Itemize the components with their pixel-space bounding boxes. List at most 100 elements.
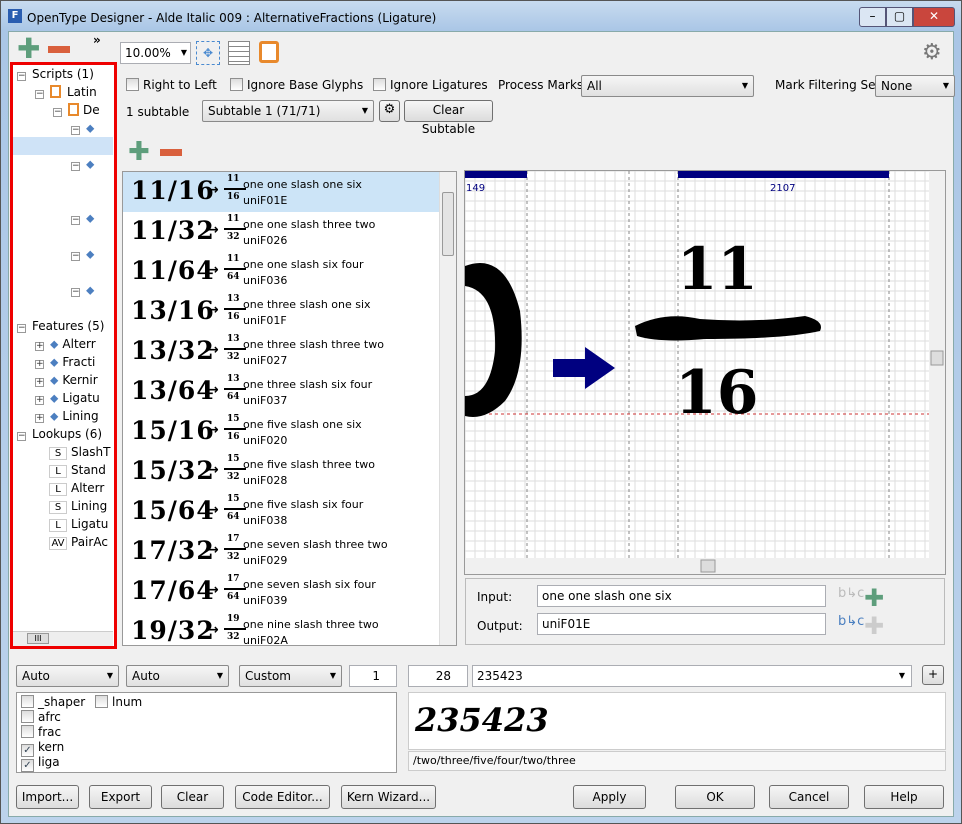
expand-button[interactable]: » [93,33,101,47]
rule-list-scrollbar[interactable] [439,172,456,645]
font-size-input[interactable]: 28 [408,665,468,687]
script-select[interactable]: Auto [16,665,119,687]
rule-input: one one slash three two [243,218,376,231]
add-rule-icon[interactable]: ✚ [128,139,150,165]
denominator-glyph: 16 [675,358,759,428]
glyph-picker-icon[interactable]: b↳c [838,614,864,629]
feature-checkbox-_shaper[interactable]: _shaper [21,695,85,709]
tree-node-feature-ref[interactable]: − ⬥ [71,157,94,172]
help-button[interactable]: Help [864,785,944,809]
preview-text-input[interactable]: 235423 ▼ [472,665,912,687]
rule-row[interactable]: 15/16 → 15 16 one five slash one six uniF020 [123,412,441,452]
tree-node-lookup[interactable]: S SlashT [49,445,111,460]
lookup-type-icon: L [49,465,67,478]
tree-node-lookup[interactable]: S Lining [49,499,107,514]
ignore-base-glyphs-checkbox[interactable]: Ignore Base Glyphs [230,78,363,92]
tree-node-feature[interactable]: + ⬥ Fracti [35,355,95,370]
add-icon[interactable]: ✚ [17,35,40,63]
rule-row[interactable]: 15/32 → 15 32 one five slash three two uniF02… [123,452,441,492]
arrow-icon: → [207,342,219,358]
kern-wizard-button[interactable]: Kern Wizard... [341,785,436,809]
feature-checkbox-liga[interactable]: ✓ liga [21,755,60,772]
tree-node-lookup[interactable]: AV PairAc [49,535,108,550]
rule-row[interactable]: 13/64 → 13 64 one three slash six four uniF03… [123,372,441,412]
zoom-select[interactable]: 10.00% ▼ [120,42,191,64]
tree-node-lookup[interactable]: L Alterr [49,481,104,496]
cancel-button[interactable]: Cancel [769,785,849,809]
rule-row[interactable]: 11/32 → 11 32 one one slash three two uniF026 [123,212,441,252]
feature-checkbox-frac[interactable]: frac [21,725,61,739]
import-button[interactable]: Import... [16,785,79,809]
export-button[interactable]: Export [89,785,152,809]
rule-glyphs: 17/64 [131,576,215,605]
remove-rule-icon[interactable] [160,149,182,156]
language-select[interactable]: Auto [126,665,229,687]
mode-select[interactable]: Custom [239,665,342,687]
tree-node-default[interactable]: − De [53,103,100,117]
tree-node-lookup[interactable]: L Ligatu [49,517,108,532]
tree-node-lookups[interactable]: − Lookups (6) [17,427,102,441]
tree-node-features[interactable]: − Features (5) [17,319,104,333]
tree-node-scripts[interactable]: − Scripts (1) [17,67,94,81]
glyph-picker-icon[interactable]: b↳c [838,586,864,601]
clear-subtable-button[interactable]: Clear Subtable [404,100,493,136]
glyph-canvas[interactable]: 149 2107 11 16 [464,170,946,575]
spin-input[interactable]: 1 [349,665,397,687]
settings-gear-icon[interactable]: ⚙ [922,40,942,65]
tree-node-feature-ref[interactable]: − ⬥ [71,247,94,262]
ignore-ligatures-checkbox[interactable]: Ignore Ligatures [373,78,488,92]
clear-button[interactable]: Clear [161,785,224,809]
zoom-value: 10.00% [125,46,171,60]
code-editor-button[interactable]: Code Editor... [235,785,330,809]
grid-view-icon[interactable] [228,41,250,65]
add-output-icon[interactable]: ✚ [864,614,884,638]
tree-node-latin[interactable]: − Latin [35,85,97,99]
language-icon [68,103,79,116]
feature-checkbox-lnum[interactable]: lnum [95,695,142,709]
tree-node-feature[interactable]: + ⬥ Lining [35,409,99,424]
arrow-icon: → [207,262,219,278]
subtable-settings-icon[interactable]: ⚙ [379,100,400,122]
tree-node-feature-ref[interactable]: − ⬥ [71,121,94,136]
right-to-left-checkbox[interactable]: Right to Left [126,78,217,92]
feature-icon: ⬥ [86,157,95,171]
tree-node-feature-ref[interactable]: − ⬥ [71,283,94,298]
tree-node-feature[interactable]: + ⬥ Alterr [35,337,96,352]
apply-button[interactable]: Apply [573,785,646,809]
fit-view-icon[interactable]: ✥ [196,41,220,65]
tree-horizontal-scrollbar[interactable]: III [13,631,113,646]
mark-filtering-select[interactable]: None [875,75,955,97]
rule-input: one three slash one six [243,298,371,311]
add-input-icon[interactable]: ✚ [864,586,884,610]
maximize-button[interactable]: ▢ [886,7,913,27]
output-field[interactable]: uniF01E [537,613,826,635]
add-preview-button[interactable]: + [922,665,944,685]
tree-node-selected[interactable] [13,137,113,155]
arrow-icon: → [207,542,219,558]
rule-row[interactable]: 15/64 → 15 64 one five slash six four uniF038 [123,492,441,532]
input-field[interactable]: one one slash one six [537,585,826,607]
rule-row[interactable]: 11/64 → 11 64 one one slash six four uniF036 [123,252,441,292]
rule-row[interactable]: 19/32 → 19 32 one nine slash three two uniF02… [123,612,441,645]
tree-node-lookup[interactable]: L Stand [49,463,106,478]
tree-node-feature[interactable]: + ⬥ Ligatu [35,391,100,406]
rule-glyphs: 17/32 [131,536,215,565]
feature-checkbox-afrc[interactable]: afrc [21,710,61,724]
lookup-type-icon: S [49,447,67,460]
edit-script-icon[interactable] [259,41,279,63]
arrow-icon: → [207,422,219,438]
process-marks-select[interactable]: All [581,75,754,97]
rule-row[interactable]: 11/16 → 11 16 one one slash one six uniF01E [123,172,441,212]
rule-row[interactable]: 13/32 → 13 32 one three slash three two uniF0… [123,332,441,372]
rule-row[interactable]: 17/64 → 17 64 one seven slash six four uniF03… [123,572,441,612]
rule-row[interactable]: 17/32 → 17 32 one seven slash three two uniF0… [123,532,441,572]
minimize-button[interactable]: – [859,7,886,27]
close-button[interactable]: ✕ [913,7,955,27]
tree-node-feature[interactable]: + ⬥ Kernir [35,373,98,388]
ok-button[interactable]: OK [675,785,755,809]
tree-node-feature-ref[interactable]: − ⬥ [71,211,94,226]
remove-icon[interactable] [48,46,70,53]
rule-row[interactable]: 13/16 → 13 16 one three slash one six uniF01F [123,292,441,332]
preview-render: 235423 [408,692,946,750]
subtable-select[interactable]: Subtable 1 (71/71) [202,100,374,122]
